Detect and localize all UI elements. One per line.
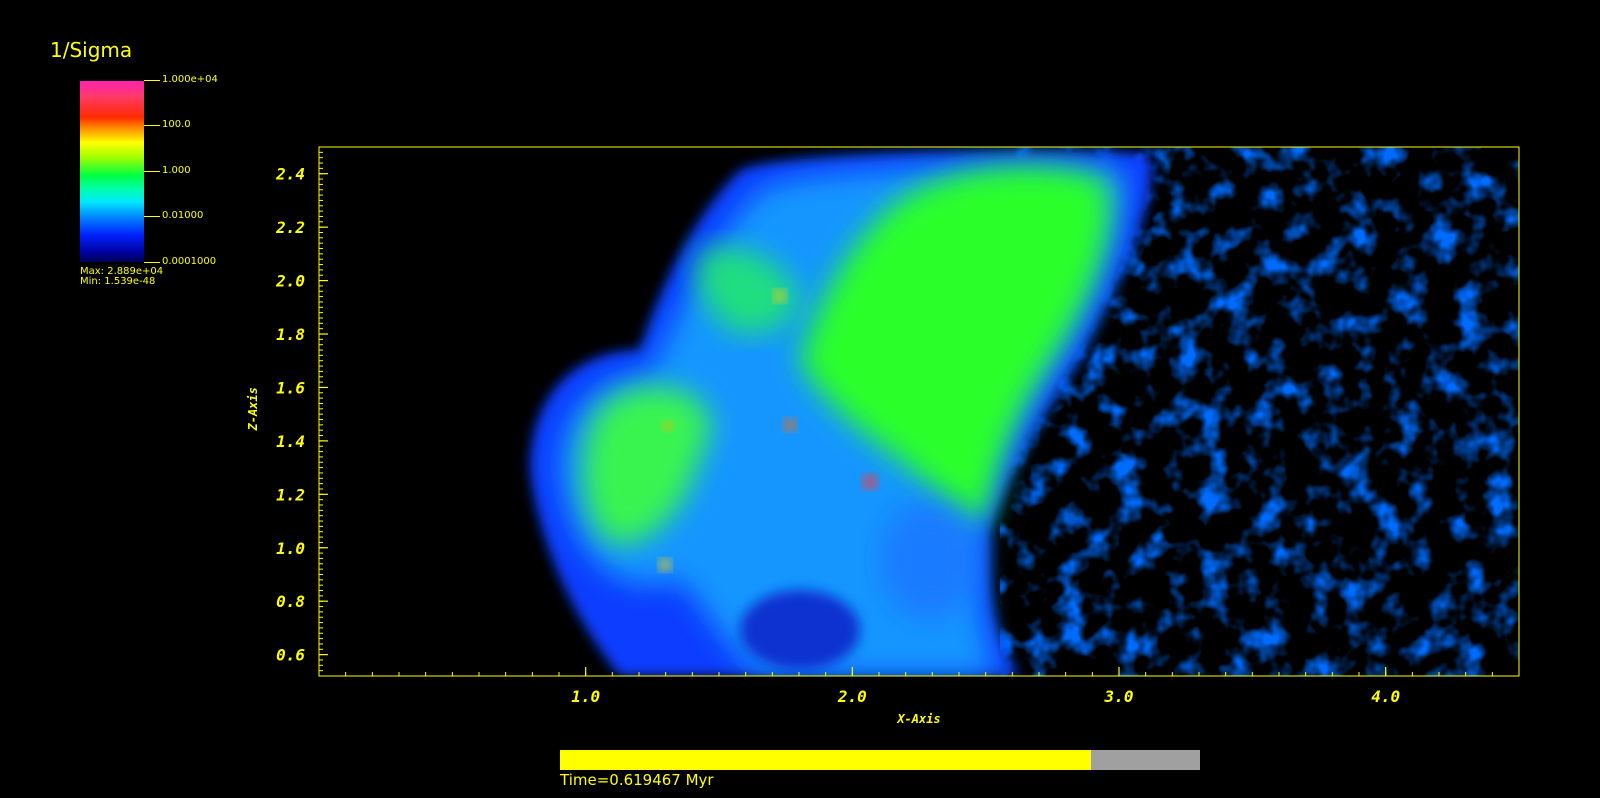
time-label: Time=0.619467 Myr bbox=[560, 771, 714, 789]
x-tick-label: 3.0 bbox=[1104, 687, 1134, 706]
y-tick-label: 0.6 bbox=[276, 646, 305, 665]
heatmap-plot: 1.0 2.0 3.0 4.0 0.6 0.8 1.0 1.2 1.4 1.6 1.8 2.0 2.2 2… bbox=[246, 146, 1520, 726]
x-tick-label: 2.0 bbox=[837, 687, 867, 706]
x-tick-label: 1.0 bbox=[571, 687, 600, 706]
x-axis-title: X-Axis bbox=[896, 712, 940, 726]
y-tick-label: 1.2 bbox=[276, 485, 305, 504]
time-progress-fill bbox=[560, 750, 1092, 770]
y-tick-label: 1.4 bbox=[276, 432, 305, 451]
time-progress-bar bbox=[560, 750, 1200, 770]
y-tick-label: 1.0 bbox=[276, 539, 305, 558]
x-tick-label: 4.0 bbox=[1371, 687, 1400, 706]
y-tick-label: 2.0 bbox=[275, 272, 305, 291]
y-tick-label: 1.8 bbox=[276, 325, 305, 344]
y-tick-label: 1.6 bbox=[276, 378, 305, 397]
y-axis-title: Z-Axis bbox=[246, 387, 260, 431]
field-image bbox=[319, 147, 1519, 676]
y-tick-label: 0.8 bbox=[276, 592, 305, 611]
y-tick-label: 2.2 bbox=[275, 218, 305, 237]
y-tick-label: 2.4 bbox=[275, 165, 305, 184]
